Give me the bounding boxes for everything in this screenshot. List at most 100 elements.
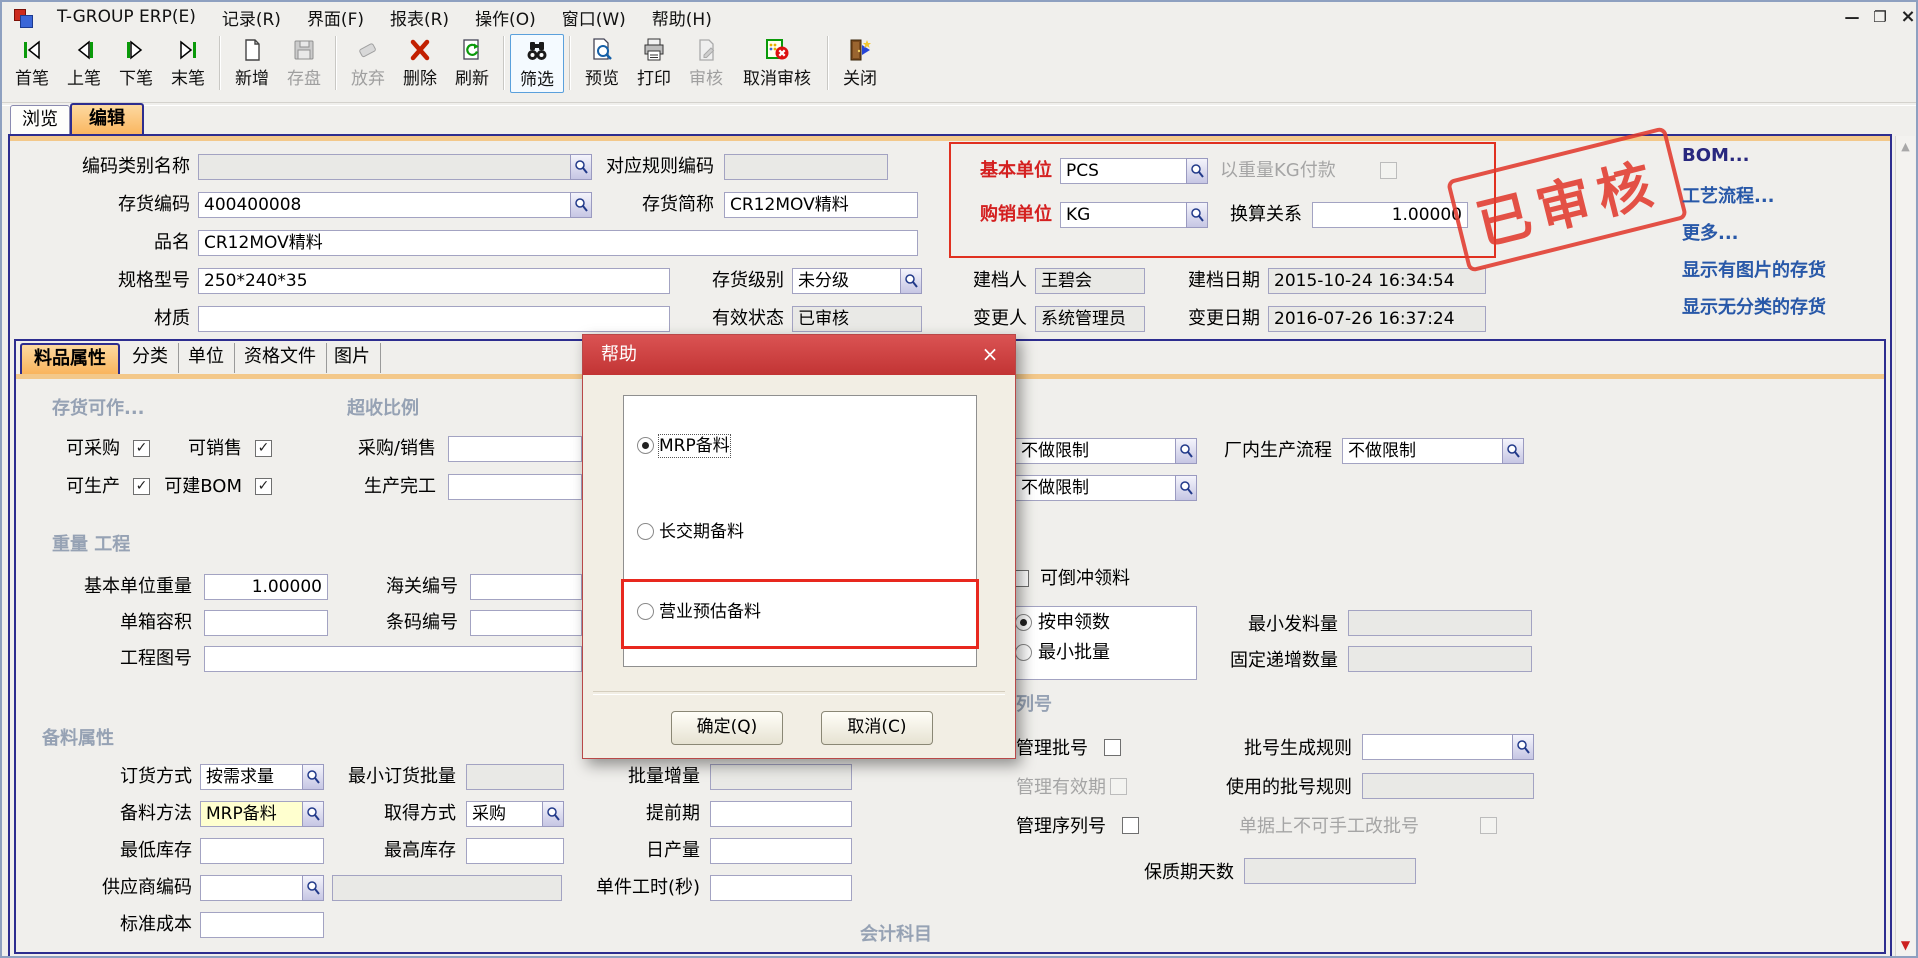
lookup-icon[interactable] [1186,202,1208,228]
scroll-down-icon[interactable]: ▼ [1896,936,1915,954]
new-button[interactable]: 新增 [226,34,278,91]
audit-button[interactable]: 审核 [680,34,732,91]
std-cost-field[interactable] [200,912,324,938]
cancel-button[interactable]: 取消(C) [821,711,933,745]
box-volume-field[interactable] [204,610,328,636]
subtab-qualification[interactable]: 资格文件 [234,343,327,373]
tab-edit[interactable]: 编辑 [70,103,144,137]
rule-code-field[interactable] [724,154,888,180]
lookup-icon[interactable] [542,801,564,827]
menu-record[interactable]: 记录(R) [209,3,294,32]
factory-flow-field[interactable]: 不做限制 [1342,438,1524,464]
spec-field[interactable]: 250*240*35 [198,268,670,294]
lookup-icon[interactable] [900,268,922,294]
long-lead-prep-radio[interactable] [637,523,654,540]
item-name-field[interactable]: CR12MOV精料 [198,230,918,256]
vertical-scrollbar[interactable]: ▲ ▼ [1895,136,1915,956]
no-manual-batch-checkbox[interactable] [1480,817,1497,834]
link-show-unclassified[interactable]: 显示无分类的存货 [1682,293,1826,319]
toolbar: 首笔 上笔 下笔 末笔 新增 存盘 放弃 删除 [6,34,886,100]
link-show-with-images[interactable]: 显示有图片的存货 [1682,256,1826,282]
delete-button[interactable]: 删除 [394,34,446,91]
drawing-no-field[interactable] [204,646,582,672]
manage-serial-checkbox[interactable] [1122,817,1139,834]
lookup-icon[interactable] [1186,158,1208,184]
mrp-prep-label[interactable]: MRP备料 [659,435,730,457]
ok-button[interactable]: 确定(Q) [671,711,783,745]
shelf-life-field[interactable] [1244,858,1416,884]
lookup-icon[interactable] [1512,734,1534,760]
lookup-icon[interactable] [570,154,592,180]
producible-checkbox[interactable] [133,478,150,495]
long-lead-prep-label[interactable]: 长交期备料 [659,521,744,543]
close-button[interactable]: × [1896,7,1918,27]
item-short-field[interactable]: CR12MOV精料 [724,192,918,218]
filter-button[interactable]: 筛选 [510,34,564,93]
lead-time-field[interactable] [710,801,852,827]
manage-batch-checkbox[interactable] [1104,739,1121,756]
conversion-field[interactable]: 1.00000 [1312,202,1468,228]
lookup-icon[interactable] [302,875,324,901]
menu-report[interactable]: 报表(R) [377,3,462,32]
material-field[interactable] [198,306,670,332]
bom-buildable-checkbox[interactable] [255,478,272,495]
purchase-sales-ratio-label: 采购/销售 [332,436,436,462]
customs-code-field[interactable] [470,574,582,600]
menu-window[interactable]: 窗口(W) [549,3,639,32]
link-more[interactable]: 更多... [1682,219,1739,245]
min-stock-field[interactable] [200,838,324,864]
preview-button[interactable]: 预览 [576,34,628,91]
subtab-unit[interactable]: 单位 [178,343,235,373]
lookup-icon[interactable] [1175,438,1197,464]
lookup-icon[interactable] [570,192,592,218]
next-record-button[interactable]: 下笔 [110,34,162,91]
prev-record-button[interactable]: 上笔 [58,34,110,91]
purchase-sales-ratio-field[interactable] [448,436,582,462]
minimize-button[interactable]: — [1840,7,1864,27]
tab-browse[interactable]: 浏览 [10,105,70,136]
sellable-checkbox[interactable] [255,440,272,457]
menu-interface[interactable]: 界面(F) [294,3,377,32]
link-process-flow[interactable]: 工艺流程... [1682,182,1775,208]
lookup-icon[interactable] [1502,438,1524,464]
min-batch-radio[interactable] [1015,644,1032,661]
first-record-button[interactable]: 首笔 [6,34,58,91]
refresh-icon [458,36,486,64]
lookup-icon[interactable] [1175,475,1197,501]
mrp-prep-radio[interactable] [637,437,654,454]
barcode-field[interactable] [470,610,582,636]
max-stock-field[interactable] [466,838,564,864]
scroll-up-icon[interactable]: ▲ [1896,138,1915,156]
dialog-close-icon[interactable]: × [977,341,1003,367]
code-category-field[interactable] [198,154,592,180]
cancel-audit-button[interactable]: 取消审核 [732,34,822,91]
discard-button[interactable]: 放弃 [342,34,394,91]
subtab-classification[interactable]: 分类 [122,343,179,373]
last-record-button[interactable]: 末笔 [162,34,214,91]
lookup-icon[interactable] [302,801,324,827]
by-request-radio[interactable] [1015,614,1032,631]
daily-output-field[interactable] [710,838,852,864]
item-code-field[interactable]: 400400008 [198,192,592,218]
close-form-button[interactable]: 关闭 [834,34,886,91]
subtab-image[interactable]: 图片 [324,343,381,373]
menu-app[interactable]: T-GROUP ERP(E) [44,5,209,29]
print-button[interactable]: 打印 [628,34,680,91]
lookup-icon[interactable] [302,764,324,790]
restore-button[interactable]: ❐ [1868,7,1892,27]
save-button[interactable]: 存盘 [278,34,330,91]
refresh-button[interactable]: 刷新 [446,34,498,91]
batch-rule-field[interactable] [1362,734,1534,760]
link-bom[interactable]: BOM... [1682,145,1749,166]
manage-expiry-checkbox[interactable] [1110,778,1127,795]
unit-weight-field[interactable]: 1.00000 [204,574,328,600]
production-finish-field[interactable] [448,474,582,500]
menu-operate[interactable]: 操作(O) [462,3,549,32]
limit2-field[interactable]: 不做限制 [1015,475,1197,501]
pay-by-weight-checkbox[interactable] [1380,162,1397,179]
unit-hours-field[interactable] [710,875,852,901]
subtab-item-attributes[interactable]: 料品属性 [20,343,120,375]
menu-help[interactable]: 帮助(H) [639,3,725,32]
limit1-field[interactable]: 不做限制 [1015,438,1197,464]
purchasable-checkbox[interactable] [133,440,150,457]
